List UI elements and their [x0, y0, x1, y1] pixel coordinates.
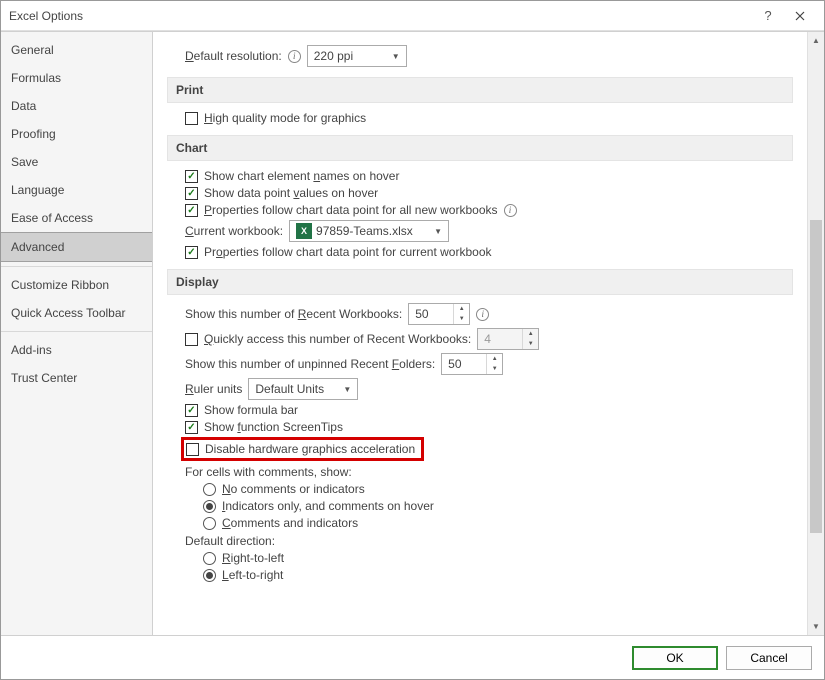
- no-comments-radio[interactable]: [203, 483, 216, 496]
- properties-current-workbook-checkbox[interactable]: [185, 246, 198, 259]
- disable-hardware-acceleration-checkbox[interactable]: [186, 443, 199, 456]
- comments-and-indicators-radio[interactable]: [203, 517, 216, 530]
- cancel-button[interactable]: Cancel: [726, 646, 812, 670]
- chevron-down-icon: ▼: [339, 385, 355, 394]
- disable-hardware-acceleration-label: Disable hardware graphics acceleration: [205, 442, 415, 456]
- sidebar-item-data[interactable]: Data: [1, 92, 152, 120]
- dialog-footer: OK Cancel: [1, 635, 824, 679]
- spinner-up-icon[interactable]: ▲: [454, 304, 469, 314]
- default-resolution-label: Default resolution:: [185, 49, 282, 63]
- excel-icon: X: [296, 223, 312, 239]
- comments-and-indicators-label: Comments and indicators: [222, 516, 358, 530]
- window-title: Excel Options: [9, 9, 752, 23]
- sidebar-item-quick-access-toolbar[interactable]: Quick Access Toolbar: [1, 299, 152, 327]
- spinner-down-icon[interactable]: ▼: [454, 314, 469, 324]
- quick-access-recent-checkbox[interactable]: [185, 333, 198, 346]
- comments-show-header: For cells with comments, show:: [185, 465, 793, 479]
- info-icon[interactable]: i: [504, 204, 517, 217]
- info-icon[interactable]: i: [288, 50, 301, 63]
- right-to-left-label: Right-to-left: [222, 551, 284, 565]
- ruler-units-dropdown[interactable]: Default Units ▼: [248, 378, 358, 400]
- current-workbook-label: Current workbook:: [185, 224, 283, 238]
- chart-element-names-label: Show chart element names on hover: [204, 169, 399, 183]
- sidebar-item-ease-of-access[interactable]: Ease of Access: [1, 204, 152, 232]
- show-formula-bar-label: Show formula bar: [204, 403, 298, 417]
- left-to-right-label: Left-to-right: [222, 568, 283, 582]
- scrollbar-thumb[interactable]: [810, 220, 822, 533]
- scroll-down-icon[interactable]: ▼: [808, 618, 824, 635]
- close-button[interactable]: [784, 4, 816, 28]
- recent-workbooks-label: Show this number of Recent Workbooks:: [185, 307, 402, 321]
- data-point-values-label: Show data point values on hover: [204, 186, 378, 200]
- options-content: Default resolution: i 220 ppi ▼ Print Hi…: [153, 32, 807, 635]
- sidebar-item-formulas[interactable]: Formulas: [1, 64, 152, 92]
- properties-all-workbooks-checkbox[interactable]: [185, 204, 198, 217]
- section-display: Display: [167, 269, 793, 295]
- sidebar-item-language[interactable]: Language: [1, 176, 152, 204]
- excel-options-dialog: Excel Options ? General Formulas Data Pr…: [0, 0, 825, 680]
- sidebar-item-advanced[interactable]: Advanced: [1, 232, 152, 262]
- sidebar-separator: [1, 331, 152, 332]
- spinner-up-icon[interactable]: ▲: [487, 354, 502, 364]
- sidebar-item-customize-ribbon[interactable]: Customize Ribbon: [1, 271, 152, 299]
- info-icon[interactable]: i: [476, 308, 489, 321]
- chevron-down-icon: ▼: [388, 52, 404, 61]
- properties-current-workbook-label: Properties follow chart data point for c…: [204, 245, 492, 259]
- ok-button[interactable]: OK: [632, 646, 718, 670]
- current-workbook-dropdown[interactable]: X 97859-Teams.xlsx ▼: [289, 220, 449, 242]
- scroll-up-icon[interactable]: ▲: [808, 32, 824, 49]
- left-to-right-radio[interactable]: [203, 569, 216, 582]
- show-function-screentips-label: Show function ScreenTips: [204, 420, 343, 434]
- help-button[interactable]: ?: [752, 4, 784, 28]
- titlebar: Excel Options ?: [1, 1, 824, 31]
- spinner-up-icon: ▲: [523, 329, 538, 339]
- recent-folders-label: Show this number of unpinned Recent Fold…: [185, 357, 435, 371]
- sidebar-item-trust-center[interactable]: Trust Center: [1, 364, 152, 392]
- recent-folders-spinner[interactable]: 50 ▲▼: [441, 353, 503, 375]
- sidebar-item-add-ins[interactable]: Add-ins: [1, 336, 152, 364]
- right-to-left-radio[interactable]: [203, 552, 216, 565]
- category-sidebar: General Formulas Data Proofing Save Lang…: [1, 32, 153, 635]
- default-direction-header: Default direction:: [185, 534, 793, 548]
- quick-access-recent-spinner: 4 ▲▼: [477, 328, 539, 350]
- high-quality-graphics-label: High quality mode for graphics: [204, 111, 366, 125]
- section-chart: Chart: [167, 135, 793, 161]
- show-function-screentips-checkbox[interactable]: [185, 421, 198, 434]
- ruler-units-label: Ruler units: [185, 382, 242, 396]
- section-print: Print: [167, 77, 793, 103]
- highlighted-option: Disable hardware graphics acceleration: [181, 437, 424, 461]
- high-quality-graphics-checkbox[interactable]: [185, 112, 198, 125]
- scrollbar-track[interactable]: [808, 49, 824, 618]
- indicators-only-label: Indicators only, and comments on hover: [222, 499, 434, 513]
- spinner-down-icon: ▼: [523, 339, 538, 349]
- data-point-values-checkbox[interactable]: [185, 187, 198, 200]
- vertical-scrollbar[interactable]: ▲ ▼: [807, 32, 824, 635]
- show-formula-bar-checkbox[interactable]: [185, 404, 198, 417]
- spinner-down-icon[interactable]: ▼: [487, 364, 502, 374]
- sidebar-item-save[interactable]: Save: [1, 148, 152, 176]
- sidebar-separator: [1, 266, 152, 267]
- recent-workbooks-spinner[interactable]: 50 ▲▼: [408, 303, 470, 325]
- indicators-only-radio[interactable]: [203, 500, 216, 513]
- chevron-down-icon: ▼: [430, 227, 446, 236]
- sidebar-item-general[interactable]: General: [1, 36, 152, 64]
- quick-access-recent-label: Quickly access this number of Recent Wor…: [204, 332, 471, 346]
- properties-all-workbooks-label: Properties follow chart data point for a…: [204, 203, 498, 217]
- chart-element-names-checkbox[interactable]: [185, 170, 198, 183]
- sidebar-item-proofing[interactable]: Proofing: [1, 120, 152, 148]
- default-resolution-dropdown[interactable]: 220 ppi ▼: [307, 45, 407, 67]
- no-comments-label: No comments or indicators: [222, 482, 365, 496]
